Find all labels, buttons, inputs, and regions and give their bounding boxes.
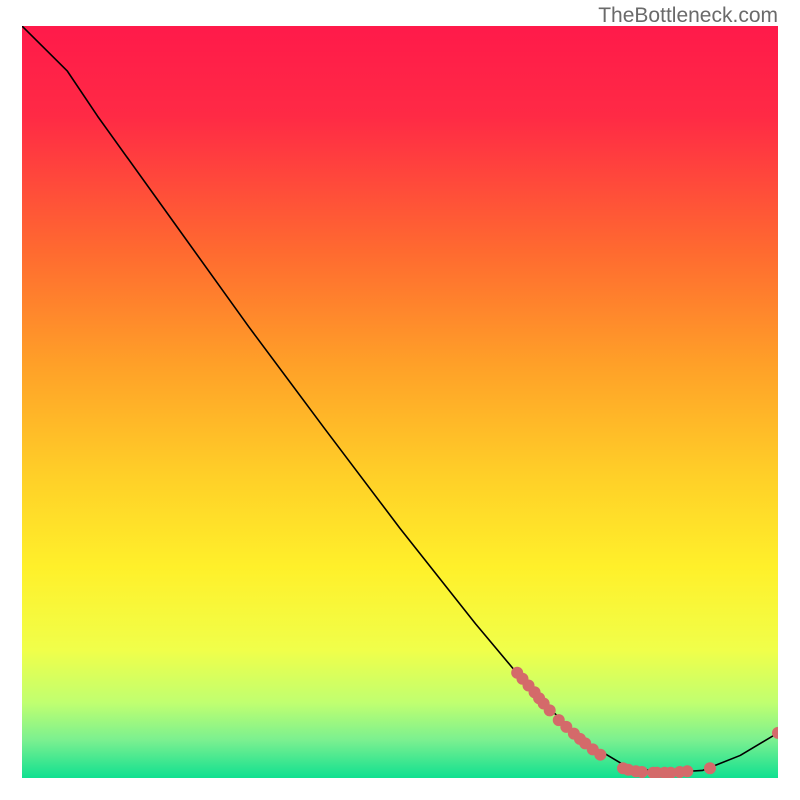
curve-marker — [681, 765, 693, 777]
curve-marker — [544, 704, 556, 716]
attribution-text: TheBottleneck.com — [598, 4, 778, 28]
curve-marker — [636, 766, 648, 778]
plot-area — [22, 26, 778, 778]
chart-svg — [22, 26, 778, 778]
gradient-bg — [22, 26, 778, 778]
chart-container: TheBottleneck.com — [0, 0, 800, 800]
curve-marker — [704, 762, 716, 774]
curve-marker — [594, 749, 606, 761]
